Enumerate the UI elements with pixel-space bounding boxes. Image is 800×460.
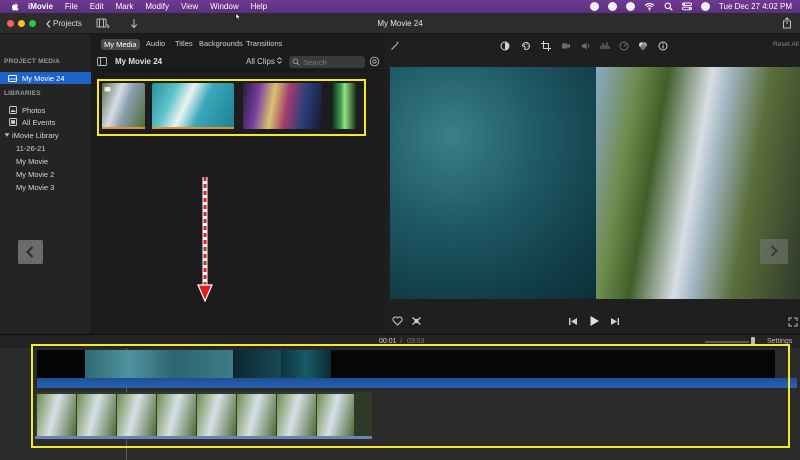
menu-clock[interactable]: Tue Dec 27 4:02 PM (719, 2, 792, 11)
preview-ocean-frame (390, 67, 596, 299)
preview-waterfall-frame (596, 67, 800, 299)
siri-icon[interactable] (700, 2, 710, 11)
volume-icon[interactable] (581, 41, 591, 51)
zoom-window-button[interactable] (29, 20, 36, 27)
projects-button[interactable]: Projects (46, 17, 82, 30)
viewer-panel: Reset All (386, 34, 800, 334)
projects-label: Projects (53, 19, 82, 28)
annotation-box-media (97, 79, 366, 136)
menu-bar: iMovie File Edit Mark Modify View Window… (0, 0, 800, 13)
previous-nav-button[interactable] (18, 240, 43, 264)
sidebar-item-label: iMovie Library (12, 130, 59, 140)
sidebar-item-all-events[interactable]: All Events (0, 116, 91, 128)
close-window-button[interactable] (7, 20, 14, 27)
disclosure-triangle-icon[interactable] (4, 132, 10, 138)
share-icon[interactable] (782, 17, 792, 29)
apple-icon[interactable] (10, 2, 20, 12)
magic-wand-icon[interactable] (390, 41, 400, 51)
favorite-heart-icon[interactable] (392, 316, 403, 326)
tab-my-media[interactable]: My Media (101, 39, 140, 50)
tab-titles[interactable]: Titles (175, 39, 193, 48)
project-media-header: PROJECT MEDIA (4, 58, 61, 65)
tab-backgrounds[interactable]: Backgrounds (199, 39, 243, 48)
fullscreen-icon[interactable] (788, 317, 798, 327)
menu-app-name[interactable]: iMovie (28, 2, 53, 11)
sidebar-item-my-movie-24[interactable]: My Movie 24 (0, 72, 91, 84)
library-sidebar: PROJECT MEDIA My Movie 24 LIBRARIES Phot… (0, 34, 92, 334)
sidebar-item-label: All Events (22, 117, 56, 127)
clip-filter-icon[interactable] (638, 41, 648, 51)
stepper-icon (277, 57, 282, 64)
window-title: My Movie 24 (377, 19, 423, 28)
media-import-icon[interactable] (96, 18, 110, 29)
reject-icon[interactable] (411, 316, 422, 326)
color-balance-icon[interactable] (500, 41, 510, 51)
menu-help[interactable]: Help (251, 2, 267, 11)
events-icon (9, 118, 17, 126)
search-icon (292, 58, 300, 66)
wifi-icon[interactable] (644, 2, 655, 11)
red-arrow-annotation (197, 177, 213, 303)
next-nav-button[interactable] (760, 239, 788, 264)
sidebar-item-my-movie-3[interactable]: My Movie 3 (0, 181, 91, 193)
chevron-right-icon (770, 245, 778, 257)
noise-reduction-icon[interactable] (600, 41, 610, 51)
clip-filter-label: All Clips (246, 57, 275, 66)
chevron-left-icon (46, 19, 51, 28)
menu-edit[interactable]: Edit (90, 2, 104, 11)
sidebar-item-11-26-21[interactable]: 11-26-21 (0, 142, 91, 154)
sidebar-item-imovie-library[interactable]: iMovie Library (0, 129, 91, 141)
film-icon (8, 74, 17, 82)
mouse-cursor-icon (235, 13, 241, 21)
photos-icon (9, 106, 17, 114)
play-icon[interactable] (589, 315, 600, 327)
music-icon[interactable] (607, 2, 617, 11)
color-correction-icon[interactable] (521, 41, 531, 51)
stabilization-icon[interactable] (561, 41, 571, 51)
annotation-box-timeline (31, 344, 790, 448)
sidebar-item-label: My Movie 3 (16, 182, 55, 192)
control-center-icon[interactable] (681, 2, 692, 11)
tab-transitions[interactable]: Transitions (246, 39, 282, 48)
search-placeholder: Search (303, 58, 327, 67)
minimize-window-button[interactable] (18, 20, 25, 27)
clip-filter-select[interactable]: All Clips (246, 57, 282, 66)
menu-mark[interactable]: Mark (116, 2, 134, 11)
menu-window[interactable]: Window (210, 2, 238, 11)
reset-all-button[interactable]: Reset All (773, 41, 799, 48)
crop-icon[interactable] (541, 41, 551, 51)
sidebar-item-my-movie-2[interactable]: My Movie 2 (0, 168, 91, 180)
sidebar-item-label: My Movie (16, 156, 49, 166)
tab-audio[interactable]: Audio (146, 39, 165, 48)
search-field[interactable]: Search (289, 56, 365, 68)
sidebar-item-label: Photos (22, 105, 46, 115)
sidebar-item-label: 11-26-21 (16, 143, 46, 153)
import-down-arrow-icon[interactable] (130, 18, 138, 29)
sidebar-item-my-movie[interactable]: My Movie (0, 155, 91, 167)
status-icon-2[interactable] (625, 2, 635, 11)
skip-back-icon[interactable] (568, 317, 578, 326)
window-toolbar: Projects My Movie 24 (0, 13, 800, 34)
menu-view[interactable]: View (181, 2, 198, 11)
menu-modify[interactable]: Modify (145, 2, 169, 11)
browser-header: My Movie 24 All Clips Search (93, 53, 385, 71)
status-icon[interactable] (589, 2, 599, 11)
sidebar-item-label: My Movie 24 (22, 73, 65, 83)
sidebar-item-photos[interactable]: Photos (0, 104, 91, 116)
info-icon[interactable] (658, 41, 668, 51)
speed-icon[interactable] (619, 41, 629, 51)
libraries-header: LIBRARIES (4, 90, 41, 97)
skip-forward-icon[interactable] (610, 317, 620, 326)
sidebar-toggle-icon[interactable] (97, 57, 107, 66)
browser-title: My Movie 24 (115, 57, 163, 66)
search-icon[interactable] (664, 2, 673, 11)
menu-file[interactable]: File (65, 2, 78, 11)
sidebar-item-label: My Movie 2 (16, 169, 55, 179)
settings-gear-icon[interactable] (369, 56, 380, 67)
zoom-slider-track[interactable] (705, 341, 749, 343)
chevron-left-icon (26, 246, 34, 258)
